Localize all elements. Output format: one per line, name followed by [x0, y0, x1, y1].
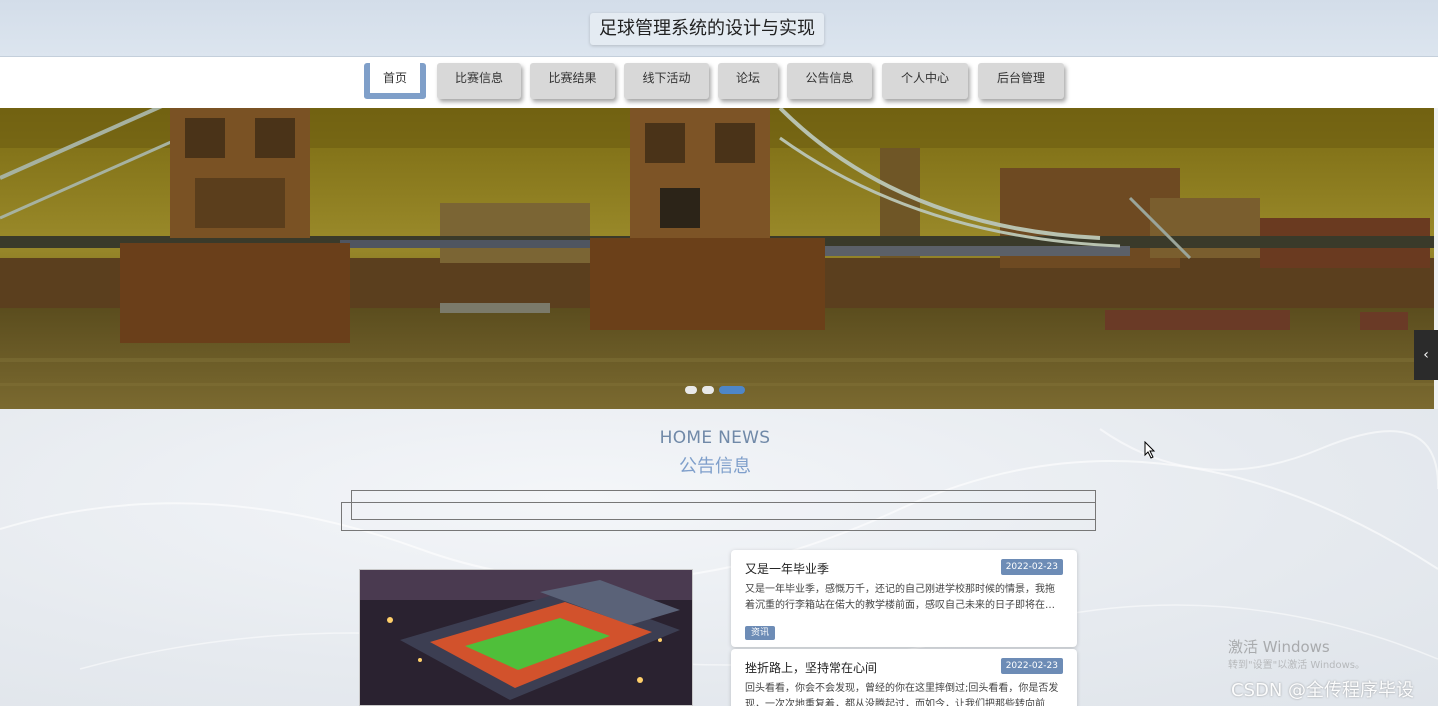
site-title: 足球管理系统的设计与实现 [590, 13, 824, 45]
nav-personal-center[interactable]: 个人中心 [882, 63, 968, 99]
mouse-cursor-icon [1144, 441, 1156, 459]
news-summary: 又是一年毕业季，感慨万千，还记的自己刚进学校那时候的情景，我拖 着沉重的行李箱站… [745, 582, 1073, 614]
news-title[interactable]: 又是一年毕业季 [745, 560, 829, 577]
main-nav: 首页 比赛信息 比赛结果 线下活动 论坛 公告信息 个人中心 后台管理 [0, 57, 1438, 108]
nav-admin[interactable]: 后台管理 [978, 63, 1064, 99]
news-date-badge: 2022-02-23 [1000, 658, 1063, 674]
csdn-watermark: CSDN @全传程序毕设 [1231, 680, 1415, 701]
nav-match-results[interactable]: 比赛结果 [530, 63, 615, 99]
section-title-cn: 公告信息 [679, 456, 751, 477]
nav-home[interactable]: 首页 [364, 63, 426, 99]
banner-image [0, 108, 1434, 409]
featured-news-image[interactable] [359, 569, 693, 706]
stadium-image [360, 570, 692, 705]
empty-frame-inner [351, 490, 1096, 520]
news-category-tag[interactable]: 资讯 [745, 626, 776, 640]
carousel-dot[interactable] [685, 386, 697, 394]
carousel-dot-active[interactable] [719, 386, 745, 394]
news-card[interactable]: 挫折路上，坚持常在心间 2022-02-23 回头看看，你会不会发现，曾经的你在… [731, 649, 1077, 706]
windows-activation-watermark: 激活 Windows [1228, 638, 1330, 656]
nav-match-info[interactable]: 比赛信息 [437, 63, 521, 99]
section-title-en: HOME NEWS [659, 428, 771, 448]
news-summary-line: 又是一年毕业季，感慨万千，还记的自己刚进学校那时候的情景，我拖 [745, 584, 1055, 595]
news-summary: 回头看看，你会不会发现，曾经的你在这里摔倒过;回头看看，你是否发 现，一次次地重… [745, 681, 1073, 706]
windows-activation-hint: 转到"设置"以激活 Windows。 [1228, 660, 1366, 671]
nav-forum[interactable]: 论坛 [718, 63, 778, 99]
page: 足球管理系统的设计与实现 首页 比赛信息 比赛结果 线下活动 论坛 公告信息 个… [0, 0, 1438, 706]
news-title[interactable]: 挫折路上，坚持常在心间 [745, 659, 877, 676]
nav-announcements[interactable]: 公告信息 [787, 63, 872, 99]
carousel-dot[interactable] [702, 386, 714, 394]
chevron-left-icon[interactable]: ‹ [1414, 330, 1438, 380]
hero-banner[interactable] [0, 108, 1434, 409]
news-summary-line: 着沉重的行李箱站在偌大的教学楼前面，感叹自己未来的日子即将在… [745, 600, 1055, 611]
site-header: 足球管理系统的设计与实现 [0, 0, 1438, 57]
news-summary-line: 现，一次次地重复着，都从没腾起过，而如今，让我们把那些转向前 [745, 699, 1045, 706]
news-card[interactable]: 又是一年毕业季 2022-02-23 又是一年毕业季，感慨万千，还记的自己刚进学… [731, 550, 1077, 647]
news-date-badge: 2022-02-23 [1000, 559, 1063, 575]
nav-offline-events[interactable]: 线下活动 [624, 63, 709, 99]
news-summary-line: 回头看看，你会不会发现，曾经的你在这里摔倒过;回头看看，你是否发 [745, 683, 1059, 694]
